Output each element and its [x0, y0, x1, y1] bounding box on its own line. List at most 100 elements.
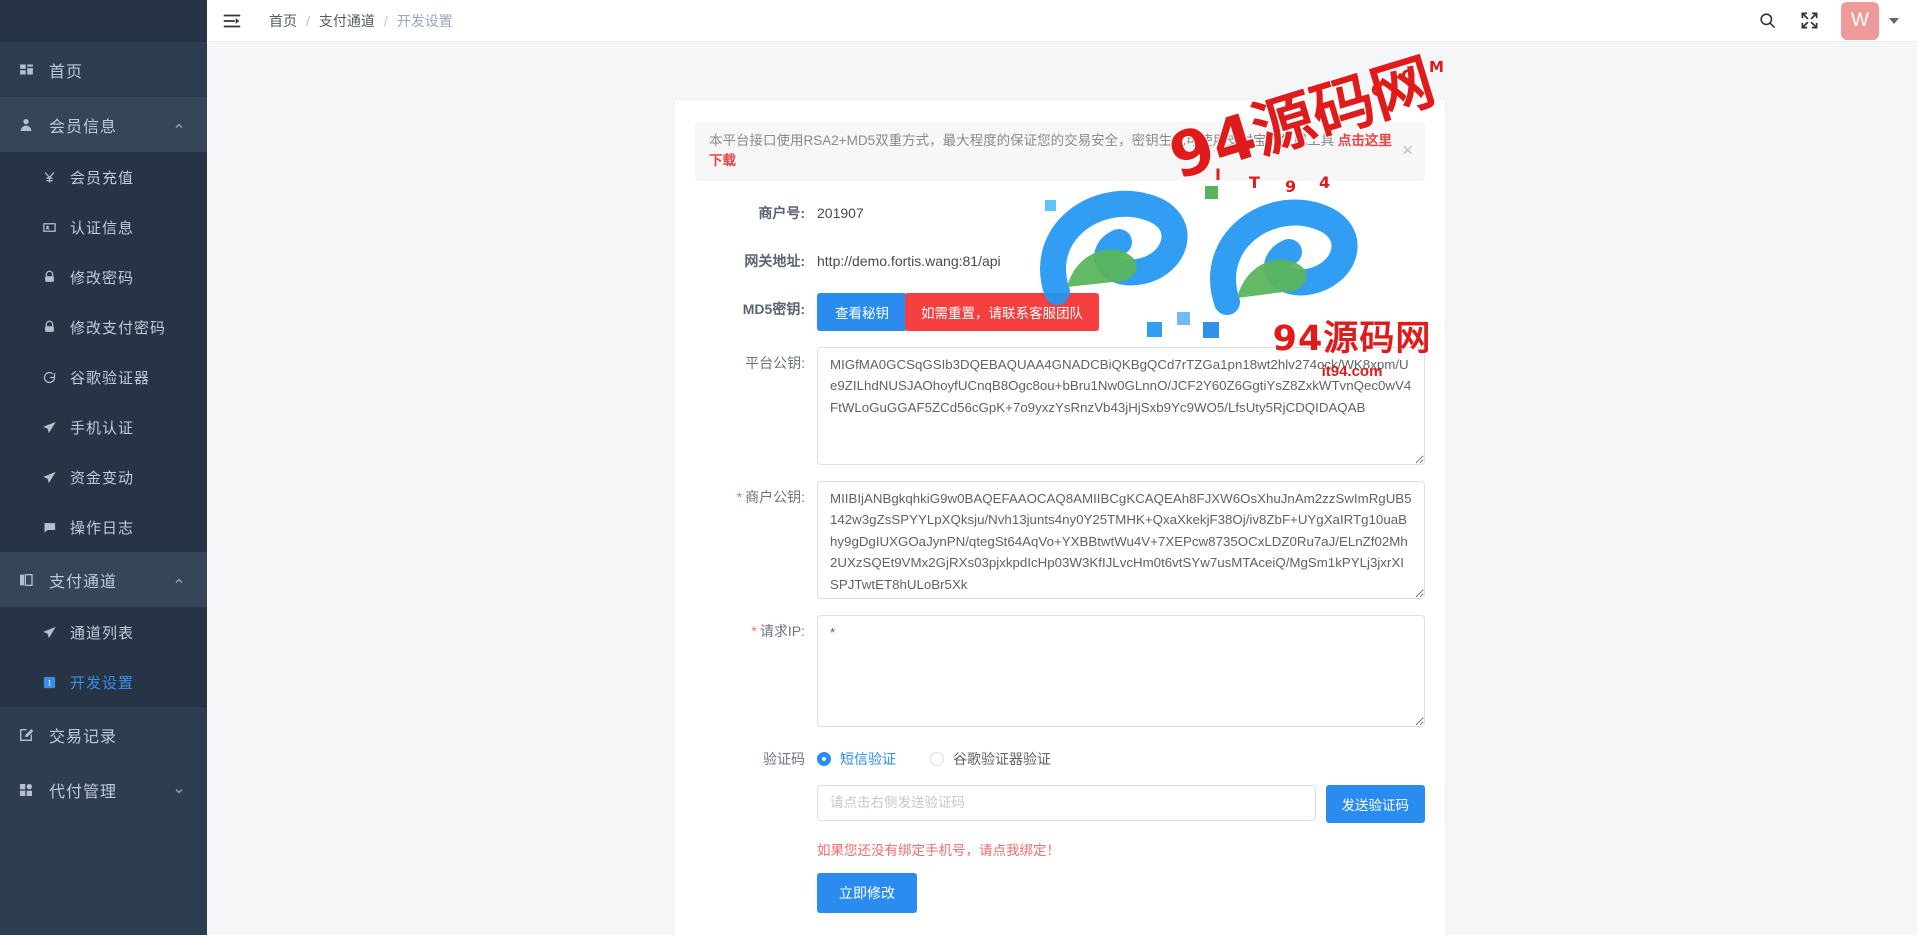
send-icon [42, 470, 66, 485]
dashboard-icon [18, 61, 44, 79]
sidebar-item-auth-info[interactable]: 认证信息 [0, 202, 207, 252]
required-asterisk: * [751, 622, 757, 639]
dev-settings-card: 本平台接口使用RSA2+MD5双重方式，最大程度的保证您的交易安全，密钥生成可使… [675, 100, 1445, 935]
breadcrumb: 首页 / 支付通道 / 开发设置 [269, 11, 453, 31]
md5-actions: 查看秘钥 如需重置，请联系客服团队 [817, 292, 1425, 331]
merchant-no-label: 商户号: [758, 204, 805, 221]
svg-text:C: C [1371, 81, 1383, 101]
chevron-down-icon[interactable] [1889, 17, 1899, 24]
md5-label: MD5密钥: [742, 300, 805, 317]
form-row-gateway: 网关地址: http://demo.fortis.wang:81/api [695, 245, 1425, 277]
sidebar-item-dev-settings[interactable]: I 开发设置 [0, 657, 207, 707]
chevron-up-icon [173, 574, 185, 586]
gateway-label: 网关地址: [744, 252, 805, 269]
top-navbar: 首页 / 支付通道 / 开发设置 W [207, 0, 1917, 42]
sidebar-group-label: 会员信息 [49, 118, 118, 136]
merchant-public-key-textarea[interactable] [817, 480, 1425, 599]
sidebar-item-fund-change[interactable]: 资金变动 [0, 452, 207, 502]
send-code-button[interactable]: 发送验证码 [1325, 784, 1425, 823]
navbar-right-actions: W [1757, 1, 1899, 40]
form-row-verify-code: 验证码 短信验证 谷歌验证器验证 请点击右侧发送验证码 发送验证码 如果您还没有… [695, 743, 1425, 913]
close-icon[interactable]: ✕ [1401, 144, 1414, 159]
sidebar-submenu-member: 会员充值 认证信息 修改密码 修改支付密码 谷歌验证器 手机认证 资金变动 操作… [0, 152, 207, 552]
platform-public-key-textarea[interactable] [817, 346, 1425, 465]
sidebar-item-label: 认证信息 [70, 219, 135, 237]
sidebar-group-member-info[interactable]: 会员信息 [0, 97, 207, 152]
form-row-merchant-key: * 商户公钥: [695, 480, 1425, 599]
merchant-key-label: * 商户公钥: [695, 481, 817, 599]
lock-icon [42, 320, 66, 335]
chevron-down-icon [173, 784, 185, 796]
avatar[interactable]: W [1841, 1, 1879, 40]
sidebar-item-transaction-records[interactable]: 交易记录 [0, 707, 207, 762]
grid-icon [18, 781, 44, 799]
sidebar-submenu-payment: 通道列表 I 开发设置 [0, 607, 207, 707]
sidebar-item-phone-auth[interactable]: 手机认证 [0, 402, 207, 452]
sidebar-item-change-pay-password[interactable]: 修改支付密码 [0, 302, 207, 352]
sidebar-logo-area [0, 0, 207, 42]
app-root: 首页 会员信息 会员充值 认证信息 修改密码 修改支付密码 谷歌验证器 手机认证… [0, 0, 1917, 935]
sidebar-item-label: 手机认证 [70, 419, 135, 437]
svg-text:I: I [48, 677, 51, 687]
breadcrumb-item-home[interactable]: 首页 [269, 11, 297, 31]
menu-fold-icon[interactable] [221, 10, 243, 32]
form-row-request-ip: * 请求IP: [695, 614, 1425, 727]
merchant-key-label-text: 商户公钥: [745, 488, 805, 505]
google-icon [42, 370, 66, 385]
radio-label: 谷歌验证器验证 [953, 750, 1051, 767]
required-asterisk: * [736, 488, 743, 505]
sidebar-item-channel-list[interactable]: 通道列表 [0, 607, 207, 657]
radio-dot-icon [930, 751, 944, 766]
radio-dot-icon [817, 751, 831, 766]
sidebar-item-label: 通道列表 [70, 624, 135, 642]
sidebar-item-change-password[interactable]: 修改密码 [0, 252, 207, 302]
id-card-icon [42, 220, 66, 235]
breadcrumb-item-dev-settings: 开发设置 [396, 12, 453, 29]
info-square-icon: I [42, 675, 66, 690]
sidebar-group-label: 支付通道 [49, 573, 118, 591]
sidebar-item-label: 交易记录 [49, 728, 118, 746]
bind-phone-warning[interactable]: 如果您还没有绑定手机号，请点我绑定！ [817, 839, 1425, 859]
merchant-no-value: 201907 [817, 204, 864, 221]
sidebar-group-payout-management[interactable]: 代付管理 [0, 762, 207, 817]
radio-sms-verify[interactable]: 短信验证 [817, 749, 896, 769]
reset-notice-button[interactable]: 如需重置，请联系客服团队 [905, 292, 1099, 331]
request-ip-textarea[interactable] [817, 614, 1425, 727]
sidebar: 首页 会员信息 会员充值 认证信息 修改密码 修改支付密码 谷歌验证器 手机认证… [0, 0, 207, 935]
sidebar-item-google-authenticator[interactable]: 谷歌验证器 [0, 352, 207, 402]
edit-icon [18, 726, 44, 744]
form-row-merchant-no: 商户号: 201907 [695, 197, 1425, 229]
breadcrumb-item-payment-channel[interactable]: 支付通道 [319, 11, 375, 31]
form-row-md5: MD5密钥: 查看秘钥 如需重置，请联系客服团队 [695, 292, 1425, 331]
request-ip-label: * 请求IP: [695, 615, 817, 727]
request-ip-label-text: 请求IP: [759, 622, 805, 639]
submit-button[interactable]: 立即修改 [817, 872, 917, 913]
sidebar-item-label: 首页 [49, 63, 84, 81]
verify-code-label: 验证码 [763, 750, 805, 767]
lock-icon [42, 270, 66, 285]
sidebar-menu: 首页 会员信息 会员充值 认证信息 修改密码 修改支付密码 谷歌验证器 手机认证… [0, 42, 207, 817]
search-icon[interactable] [1757, 11, 1777, 31]
sidebar-item-label: 修改密码 [70, 269, 135, 287]
submit-wrap: 立即修改 [817, 872, 1425, 913]
radio-google-verify[interactable]: 谷歌验证器验证 [930, 749, 1051, 769]
verify-code-input[interactable] [817, 784, 1316, 821]
dev-settings-form: 商户号: 201907 网关地址: http://demo.fortis.wan… [695, 197, 1425, 913]
sidebar-group-label: 代付管理 [49, 783, 118, 801]
view-secret-button[interactable]: 查看秘钥 [817, 292, 907, 331]
sidebar-item-member-recharge[interactable]: 会员充值 [0, 152, 207, 202]
verify-code-input-row: 发送验证码 [817, 784, 1425, 823]
breadcrumb-separator: / [383, 12, 388, 29]
sidebar-group-payment-channel[interactable]: 支付通道 [0, 552, 207, 607]
fullscreen-icon[interactable] [1799, 11, 1819, 31]
sidebar-item-home[interactable]: 首页 [0, 42, 207, 97]
yuan-icon [42, 170, 66, 185]
content-area: 本平台接口使用RSA2+MD5双重方式，最大程度的保证您的交易安全，密钥生成可使… [207, 42, 1917, 935]
sidebar-item-operation-log[interactable]: 操作日志 [0, 502, 207, 552]
user-icon [18, 116, 44, 134]
main-area: 首页 / 支付通道 / 开发设置 W 本平台接口使用RSA2+MD5双重方式，最… [207, 0, 1917, 935]
form-row-platform-key: 平台公钥: [695, 346, 1425, 465]
send-icon [42, 625, 66, 640]
send-icon [42, 420, 66, 435]
alert-text: 本平台接口使用RSA2+MD5双重方式，最大程度的保证您的交易安全，密钥生成可使… [709, 133, 1335, 148]
